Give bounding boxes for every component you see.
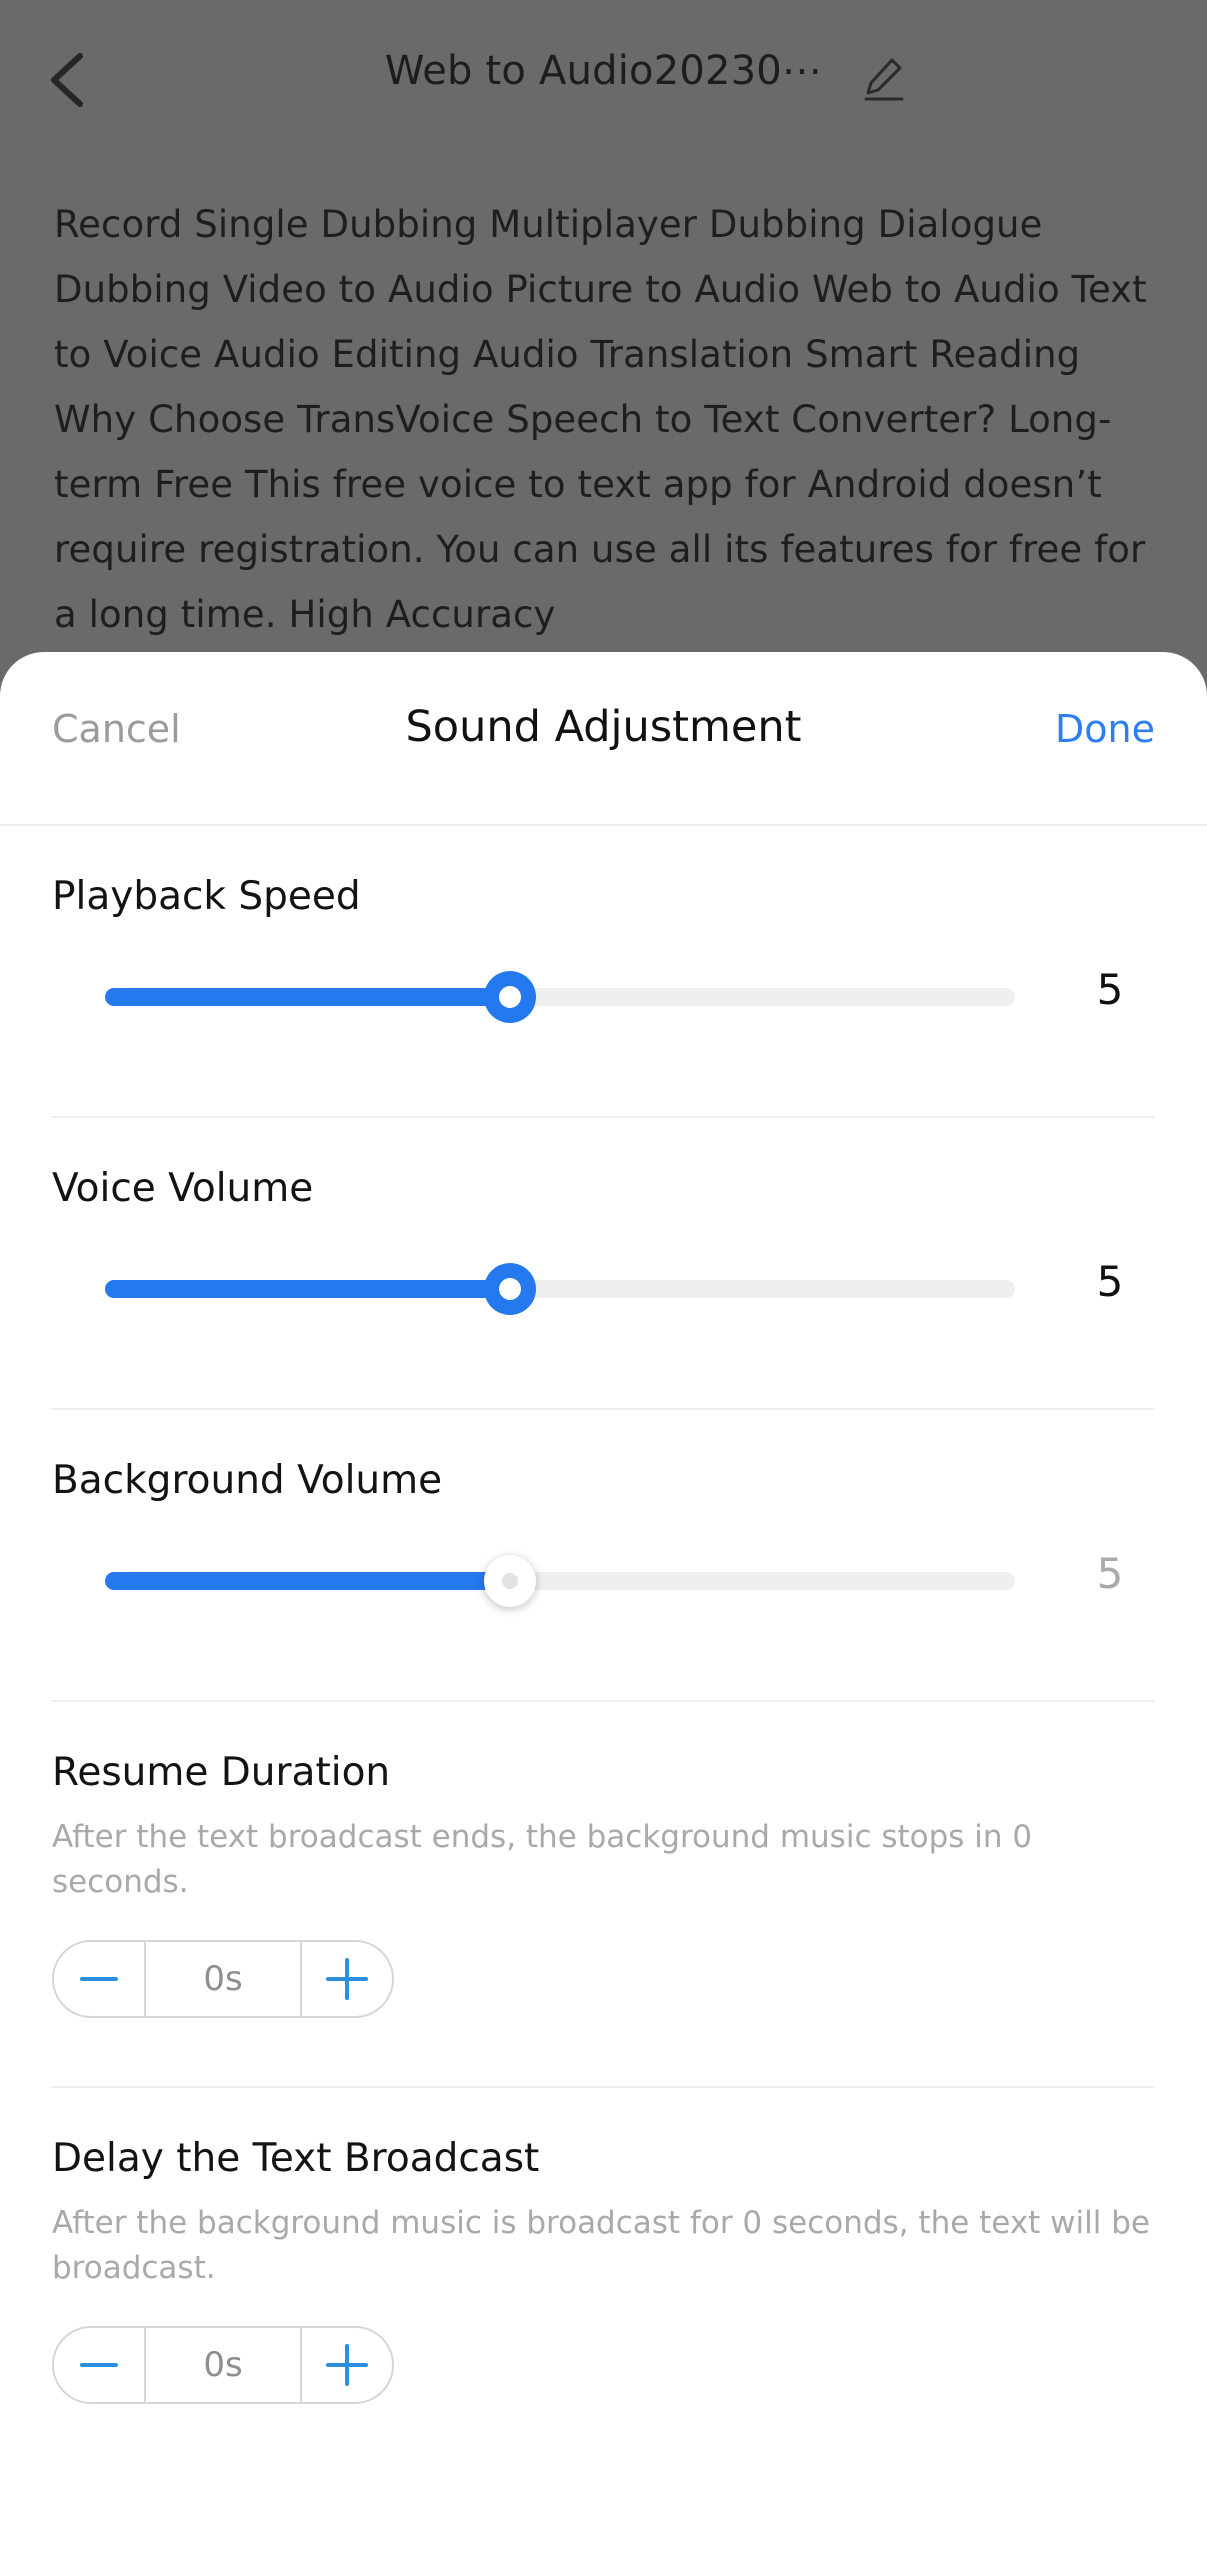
increment-button[interactable]: [302, 1942, 392, 2016]
slider-fill: [105, 988, 510, 1006]
playback-speed-slider[interactable]: [105, 971, 1015, 1023]
slider-thumb[interactable]: [483, 1555, 536, 1607]
increment-button[interactable]: [302, 2328, 392, 2402]
resume-duration-stepper[interactable]: 0s: [52, 1940, 394, 2018]
plus-icon: [326, 1958, 368, 2000]
slider-thumb[interactable]: [483, 971, 536, 1023]
slider-row-voice-volume: Voice Volume 5: [0, 1118, 1207, 1410]
slider-value: 5: [1096, 1549, 1124, 1598]
section-description: After the text broadcast ends, the backg…: [52, 1819, 1033, 1900]
slider-value: 5: [1096, 1257, 1124, 1306]
minus-icon: [80, 2363, 118, 2367]
slider-fill: [105, 1572, 510, 1590]
background-volume-slider[interactable]: [105, 1555, 1015, 1607]
background-navbar: Web to Audio20230⋯: [0, 0, 1207, 158]
done-button[interactable]: Done: [1055, 707, 1155, 751]
slider-label: Voice Volume: [52, 1166, 314, 1211]
app-screen: Web to Audio20230⋯ Record Single Dubbing…: [0, 0, 1207, 2560]
section-title: Resume Duration: [52, 1750, 391, 1795]
section-title: Delay the Text Broadcast: [52, 2136, 540, 2181]
slider-thumb[interactable]: [483, 1263, 536, 1315]
slider-value: 5: [1096, 965, 1124, 1014]
sheet-title: Sound Adjustment: [405, 702, 802, 752]
pencil-edit-icon[interactable]: [862, 56, 906, 102]
decrement-button[interactable]: [54, 1942, 144, 2016]
delay-broadcast-stepper[interactable]: 0s: [52, 2326, 394, 2404]
stepper-value[interactable]: 0s: [144, 2328, 302, 2402]
slider-row-playback-speed: Playback Speed 5: [0, 826, 1207, 1118]
sheet-header: Cancel Sound Adjustment Done: [0, 652, 1207, 826]
stepper-value[interactable]: 0s: [144, 1942, 302, 2016]
slider-row-background-volume: Background Volume 5: [0, 1410, 1207, 1702]
slider-label: Playback Speed: [52, 874, 361, 919]
background-page-title: Web to Audio20230⋯: [384, 48, 823, 94]
section-delay-text-broadcast: Delay the Text Broadcast After the backg…: [0, 2088, 1207, 2474]
background-article-text: Record Single Dubbing Multiplayer Dubbin…: [54, 203, 1147, 636]
section-resume-duration: Resume Duration After the text broadcast…: [0, 1702, 1207, 2088]
sound-adjustment-sheet: Cancel Sound Adjustment Done Playback Sp…: [0, 652, 1207, 2560]
section-description: After the background music is broadcast …: [52, 2205, 1150, 2286]
slider-label: Background Volume: [52, 1458, 443, 1503]
plus-icon: [326, 2344, 368, 2386]
voice-volume-slider[interactable]: [105, 1263, 1015, 1315]
decrement-button[interactable]: [54, 2328, 144, 2402]
slider-fill: [105, 1280, 510, 1298]
minus-icon: [80, 1977, 118, 1981]
